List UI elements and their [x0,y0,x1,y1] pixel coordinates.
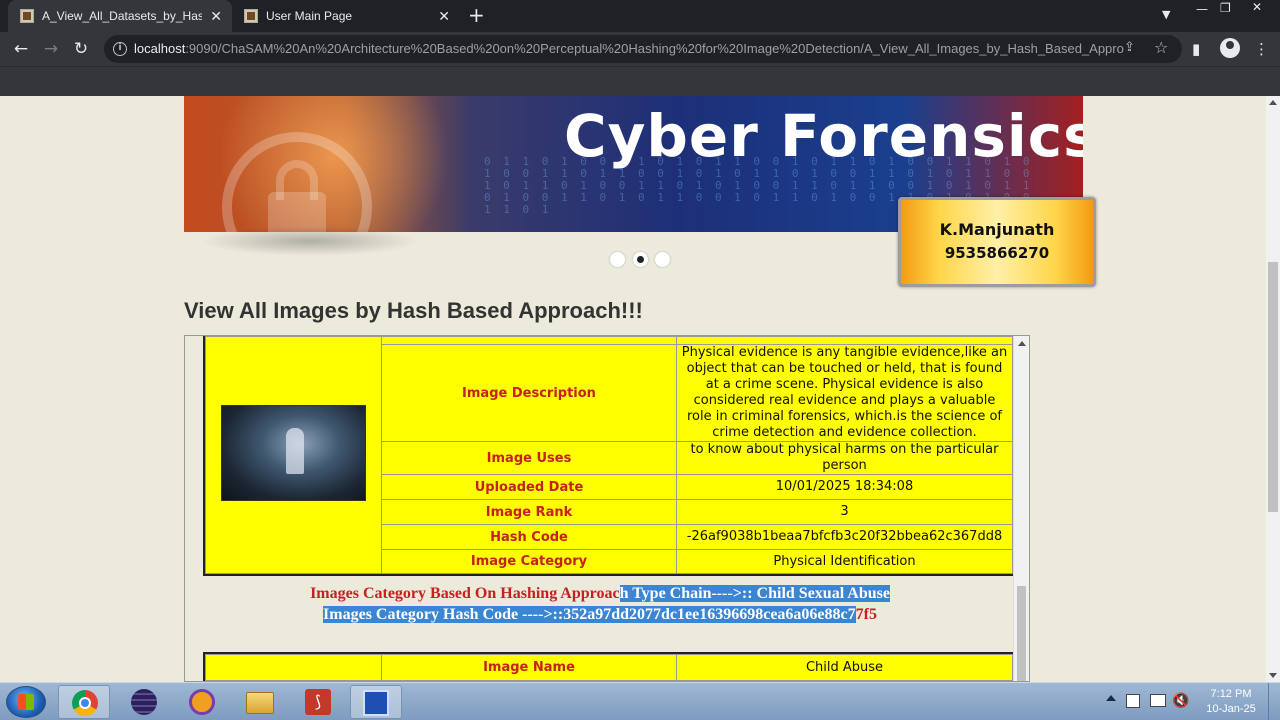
image-cell [205,654,382,681]
image-record: Image Description Physical evidence is a… [203,336,1015,576]
tab-strip: A_View_All_Datasets_by_Hash_Ba ✕ User Ma… [0,0,1280,32]
tab-title: A_View_All_Datasets_by_Hash_Ba [42,9,202,23]
url-host: localhost [134,41,186,56]
category-hash-selected: Images Category Hash Code ---->::352a97d… [323,606,856,623]
chevron-down-icon[interactable]: ▼ [1162,8,1170,21]
volume-muted-icon[interactable]: 🔇 [1172,693,1189,709]
profile-avatar-icon[interactable] [1220,38,1240,58]
author-name: K.Manjunath [939,220,1055,239]
row-value: to know about physical harms on the part… [676,441,1013,475]
side-panel-icon[interactable]: ▮ [1192,40,1200,58]
tab-title: User Main Page [266,9,353,23]
windows-logo-icon [18,694,34,710]
close-icon[interactable]: ✕ [438,8,450,24]
taskbar-explorer[interactable] [234,685,286,719]
results-frame[interactable]: Image Description Physical evidence is a… [184,335,1030,682]
back-icon[interactable]: ← [10,38,32,60]
row-value: 3 [676,499,1013,525]
slider-dot-active[interactable] [633,252,648,267]
slider-dot[interactable] [610,252,625,267]
reload-icon[interactable]: ↻ [70,38,92,60]
row-label: Image Description [381,344,677,442]
new-tab-button[interactable]: + [468,4,485,26]
scroll-down-icon[interactable] [1269,673,1277,678]
start-button[interactable] [6,686,46,718]
browser-toolbar: ← → ↻ i localhost:9090/ChaSAM%20An%20Arc… [0,32,1280,66]
row-value: -26af9038b1beaa7bfcfb3c20f32bbea62c367dd… [676,524,1013,550]
tab-user-main-page[interactable]: User Main Page ✕ [232,0,460,32]
row-value: Physical Identification [676,549,1013,574]
banner-title: Cyber Forensics [564,102,1083,170]
page-scrollbar[interactable] [1266,96,1280,682]
scroll-up-icon[interactable] [1269,100,1277,105]
image-cell [205,336,382,574]
scroll-thumb[interactable] [1268,262,1278,512]
taskbar-acrobat[interactable]: ⟆ [292,685,344,719]
inner-scrollbar[interactable] [1013,336,1029,681]
clock-time: 7:12 PM [1210,688,1252,700]
show-desktop-button[interactable] [1268,683,1280,720]
taskbar-app-6[interactable] [350,685,402,719]
scroll-up-icon[interactable] [1018,341,1026,346]
evidence-thumbnail[interactable] [221,405,366,501]
author-phone: 9535866270 [944,244,1050,262]
action-center-icon[interactable] [1126,694,1140,708]
toolbar-band [0,66,1280,96]
menu-icon[interactable]: ⋮ [1254,40,1269,58]
clock-date: 10-Jan-25 [1206,703,1256,715]
category-chain-selected: h Type Chain---->:: Child Sexual Abuse [619,585,890,602]
category-chain-plain: Images Category Based On Hashing Approac [310,585,620,602]
category-hash-line: Images Category Hash Code ---->::352a97d… [185,606,1015,624]
address-bar[interactable]: i localhost:9090/ChaSAM%20An%20Architect… [104,35,1182,63]
taskbar-eclipse[interactable] [118,685,170,719]
info-icon[interactable]: i [113,42,127,56]
category-chain-line: Images Category Based On Hashing Approac… [185,585,1015,603]
eclipse-icon [131,689,157,715]
restore-icon[interactable]: ❐ [1220,1,1231,17]
network-icon[interactable] [1150,694,1166,707]
page-title: View All Images by Hash Based Approach!!… [184,298,643,323]
page-viewport: 0 1 1 0 1 0 0 1 1 0 1 0 1 1 0 0 1 0 1 1 … [0,96,1266,682]
row-label: Image Rank [381,499,677,525]
share-icon[interactable]: ⇪ [1124,40,1135,55]
tab-view-all-datasets[interactable]: A_View_All_Datasets_by_Hash_Ba ✕ [8,0,232,32]
screen: A_View_All_Datasets_by_Hash_Ba ✕ User Ma… [0,0,1280,720]
url-path: :9090/ChaSAM%20An%20Architecture%20Based… [185,41,1124,56]
tray-arrow-icon[interactable] [1106,695,1116,701]
favicon-icon [20,9,34,23]
taskbar-chrome[interactable] [58,685,110,719]
favicon-icon [244,9,258,23]
row-label: Uploaded Date [381,474,677,500]
record-table: Image Description Physical evidence is a… [205,336,1013,574]
app-square-icon [363,690,389,716]
row-value: 10/01/2025 18:34:08 [676,474,1013,500]
taskbar-app-3[interactable] [176,685,228,719]
row-label: Image Uses [381,441,677,475]
forward-icon[interactable]: → [40,38,62,60]
table-row: Image Name Child Abuse [205,654,1013,681]
taskbar-clock[interactable]: 7:12 PM 10-Jan-25 [1196,687,1266,717]
close-icon[interactable]: ✕ [210,8,222,24]
minimize-icon[interactable]: — [1196,2,1208,18]
pdf-icon: ⟆ [305,689,331,715]
slider-dot[interactable] [655,252,670,267]
row-label: Hash Code [381,524,677,550]
author-badge: K.Manjunath 9535866270 [898,197,1096,287]
folder-icon [246,692,274,714]
record-table: Image Name Child Abuse [205,654,1013,681]
image-record-2: Image Name Child Abuse [203,652,1015,681]
row-label: Image Category [381,549,677,574]
row-label: Image Name [381,654,677,681]
scroll-thumb[interactable] [1017,586,1026,681]
taskbar: ⟆ 🔇 7:12 PM 10-Jan-25 [0,682,1280,720]
url-text[interactable]: localhost:9090/ChaSAM%20An%20Architectur… [134,41,1124,56]
row-value: Physical evidence is any tangible eviden… [676,344,1013,442]
table-row [205,336,1013,574]
window-close-icon[interactable]: ✕ [1252,0,1262,16]
bookmark-star-icon[interactable]: ☆ [1154,38,1168,57]
row-value: Child Abuse [676,654,1013,681]
app-circle-icon [189,689,215,715]
category-hash-plain: 7f5 [855,606,877,623]
